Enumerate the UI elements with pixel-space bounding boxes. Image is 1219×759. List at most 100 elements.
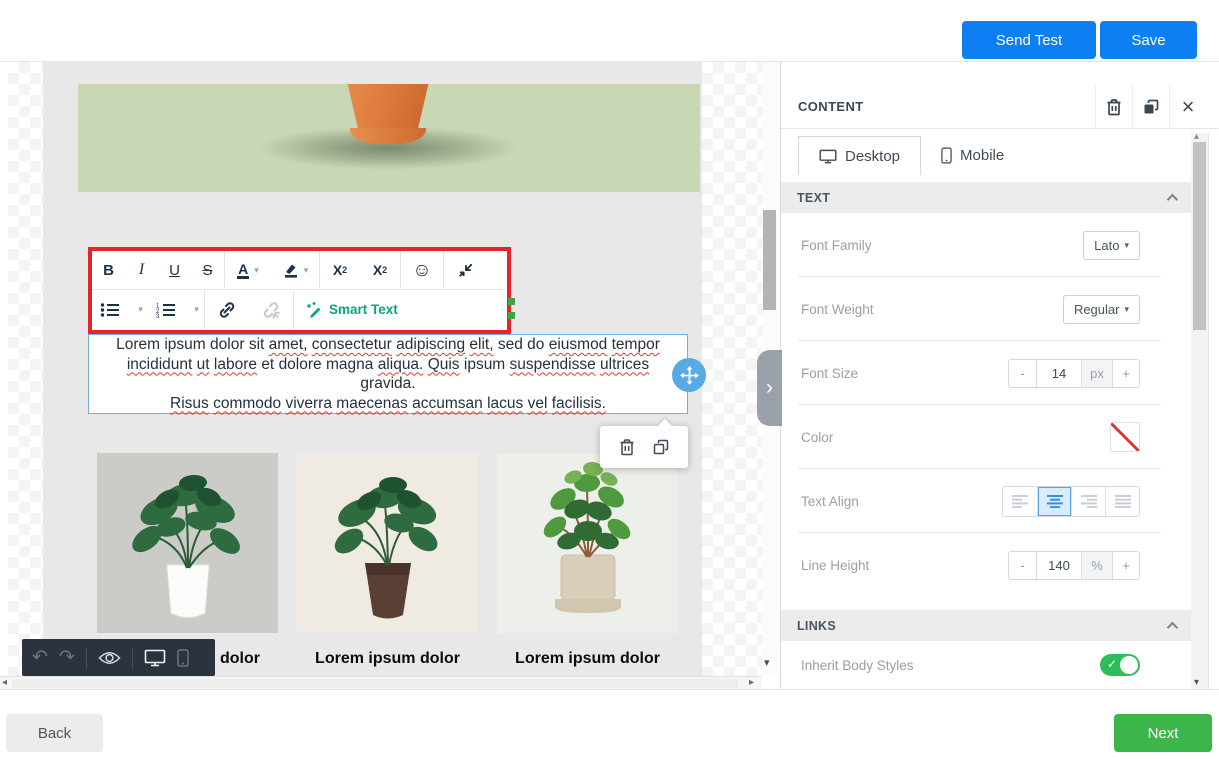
vertical-scrollbar-thumb[interactable] bbox=[763, 210, 776, 310]
sidebar-scroll-down-arrow[interactable]: ▾ bbox=[1194, 677, 1199, 688]
close-panel-button[interactable]: × bbox=[1169, 84, 1206, 129]
desktop-preview-button[interactable] bbox=[144, 649, 166, 667]
block-drag-handle[interactable] bbox=[672, 358, 706, 392]
font-size-decrease-button[interactable]: - bbox=[1009, 360, 1036, 387]
color-swatch-button[interactable] bbox=[1110, 422, 1140, 452]
font-weight-label: Font Weight bbox=[801, 302, 874, 317]
numbered-list-icon: 123 bbox=[156, 302, 176, 318]
sidebar-scroll-up-arrow[interactable]: ▴ bbox=[1194, 131, 1199, 142]
italic-button[interactable]: I bbox=[125, 251, 158, 289]
product-image-3[interactable] bbox=[497, 453, 678, 633]
superscript-button[interactable]: X2 bbox=[320, 251, 360, 289]
align-justify-button[interactable] bbox=[1105, 487, 1139, 516]
mobile-icon bbox=[941, 147, 952, 164]
product-caption-2[interactable]: Lorem ipsum dolor bbox=[297, 650, 478, 668]
insert-link-button[interactable] bbox=[205, 290, 249, 329]
font-size-unit: px bbox=[1081, 360, 1112, 387]
product-image-1[interactable] bbox=[97, 453, 278, 633]
collapse-panel-tab[interactable]: › bbox=[757, 350, 782, 426]
email-banner-image[interactable] bbox=[78, 84, 700, 192]
font-size-increase-button[interactable]: + bbox=[1112, 360, 1139, 387]
caret-down-icon: ▾ bbox=[194, 304, 199, 315]
close-icon: × bbox=[1182, 96, 1195, 118]
duplicate-block-button[interactable] bbox=[653, 439, 669, 455]
font-weight-select[interactable]: Regular ▾ bbox=[1063, 295, 1140, 324]
tab-mobile[interactable]: Mobile bbox=[921, 136, 1024, 175]
font-weight-row: Font Weight Regular ▾ bbox=[781, 277, 1191, 341]
unlink-icon bbox=[261, 300, 281, 320]
canvas-horizontal-scrollbar[interactable]: ◂ ▸ bbox=[0, 676, 762, 689]
line-height-input[interactable]: 140 bbox=[1036, 552, 1081, 579]
emoji-button[interactable]: ☺ bbox=[401, 251, 443, 289]
undo-button[interactable]: ↶ bbox=[32, 648, 48, 667]
bold-button[interactable]: B bbox=[92, 251, 125, 289]
back-button[interactable]: Back bbox=[6, 714, 103, 752]
font-weight-value: Regular bbox=[1074, 302, 1120, 317]
text-editor-toolbar: B I U S A ▾ ▾ bbox=[88, 247, 511, 334]
sidebar-content: TEXT Font Family Lato ▾ Font Weight Regu… bbox=[781, 182, 1191, 689]
next-button[interactable]: Next bbox=[1114, 714, 1212, 752]
horizontal-scrollbar-thumb[interactable] bbox=[12, 679, 738, 688]
underline-button[interactable]: U bbox=[158, 251, 191, 289]
collapse-toolbar-button[interactable] bbox=[444, 251, 486, 289]
font-family-select[interactable]: Lato ▾ bbox=[1083, 231, 1140, 260]
emoji-icon: ☺ bbox=[412, 261, 431, 280]
remove-link-button[interactable] bbox=[249, 290, 293, 329]
text-align-group bbox=[1002, 486, 1140, 517]
scroll-right-arrow[interactable]: ▸ bbox=[749, 677, 754, 689]
section-links-header[interactable]: LINKS bbox=[781, 610, 1191, 641]
inherit-body-styles-label: Inherit Body Styles bbox=[801, 658, 914, 673]
delete-content-button[interactable] bbox=[1095, 84, 1132, 129]
numbered-list-button[interactable]: 123 bbox=[148, 290, 184, 329]
smart-text-button[interactable]: Smart Text bbox=[294, 290, 410, 329]
text-align-label: Text Align bbox=[801, 494, 859, 509]
chevron-up-icon bbox=[1167, 193, 1178, 204]
scroll-left-arrow[interactable]: ◂ bbox=[2, 677, 7, 689]
preview-eye-button[interactable] bbox=[98, 650, 121, 666]
product-image-2[interactable] bbox=[297, 453, 478, 633]
line-height-decrease-button[interactable]: - bbox=[1009, 552, 1036, 579]
sidebar-scrollbar[interactable]: ▴ ▾ bbox=[1191, 133, 1208, 689]
svg-text:3: 3 bbox=[156, 314, 160, 318]
bullet-list-caret[interactable]: ▾ bbox=[128, 290, 148, 329]
subscript-button[interactable]: X2 bbox=[360, 251, 400, 289]
chevron-up-icon bbox=[1167, 621, 1178, 632]
font-family-label: Font Family bbox=[801, 238, 872, 253]
font-size-input[interactable]: 14 bbox=[1036, 360, 1081, 387]
check-icon: ✓ bbox=[1107, 657, 1117, 671]
scroll-down-arrow[interactable]: ▾ bbox=[764, 656, 770, 669]
strikethrough-button[interactable]: S bbox=[191, 251, 224, 289]
numbered-list-caret[interactable]: ▾ bbox=[184, 290, 204, 329]
mobile-preview-button[interactable] bbox=[177, 649, 189, 667]
tab-desktop[interactable]: Desktop bbox=[798, 136, 921, 175]
sidebar-gutter bbox=[1208, 133, 1219, 689]
section-text-title: TEXT bbox=[797, 191, 830, 205]
align-right-button[interactable] bbox=[1071, 487, 1105, 516]
send-test-button[interactable]: Send Test bbox=[962, 21, 1096, 59]
bullet-list-button[interactable] bbox=[92, 290, 128, 329]
duplicate-content-button[interactable] bbox=[1132, 84, 1169, 129]
bullet-list-icon bbox=[100, 302, 120, 318]
delete-block-button[interactable] bbox=[619, 438, 635, 456]
save-button[interactable]: Save bbox=[1100, 21, 1197, 59]
product-caption-3[interactable]: Lorem ipsum dolor bbox=[497, 650, 678, 668]
chevron-right-icon: › bbox=[766, 376, 773, 400]
font-color-button[interactable]: A ▾ bbox=[225, 251, 271, 289]
sidebar-title: CONTENT bbox=[798, 99, 864, 114]
section-text-header[interactable]: TEXT bbox=[781, 182, 1191, 213]
highlight-color-button[interactable]: ▾ bbox=[271, 251, 319, 289]
text-block-content[interactable]: Lorem ipsum dolor sit amet, consectetur … bbox=[88, 334, 688, 414]
line-height-row: Line Height - 140 % + bbox=[781, 533, 1191, 597]
line-height-increase-button[interactable]: + bbox=[1112, 552, 1139, 579]
trash-icon bbox=[1106, 98, 1122, 116]
align-left-button[interactable] bbox=[1003, 487, 1037, 516]
align-center-button[interactable] bbox=[1037, 487, 1071, 516]
preview-toolbar: ↶ ↷ bbox=[22, 639, 215, 676]
color-label: Color bbox=[801, 430, 833, 445]
superscript-exp: 2 bbox=[342, 265, 347, 275]
sidebar-scrollbar-thumb[interactable] bbox=[1193, 142, 1206, 330]
inherit-body-styles-toggle[interactable]: ✓ bbox=[1100, 654, 1140, 676]
tab-desktop-label: Desktop bbox=[845, 148, 900, 165]
redo-button[interactable]: ↷ bbox=[59, 648, 75, 667]
caret-down-icon: ▾ bbox=[138, 304, 143, 315]
